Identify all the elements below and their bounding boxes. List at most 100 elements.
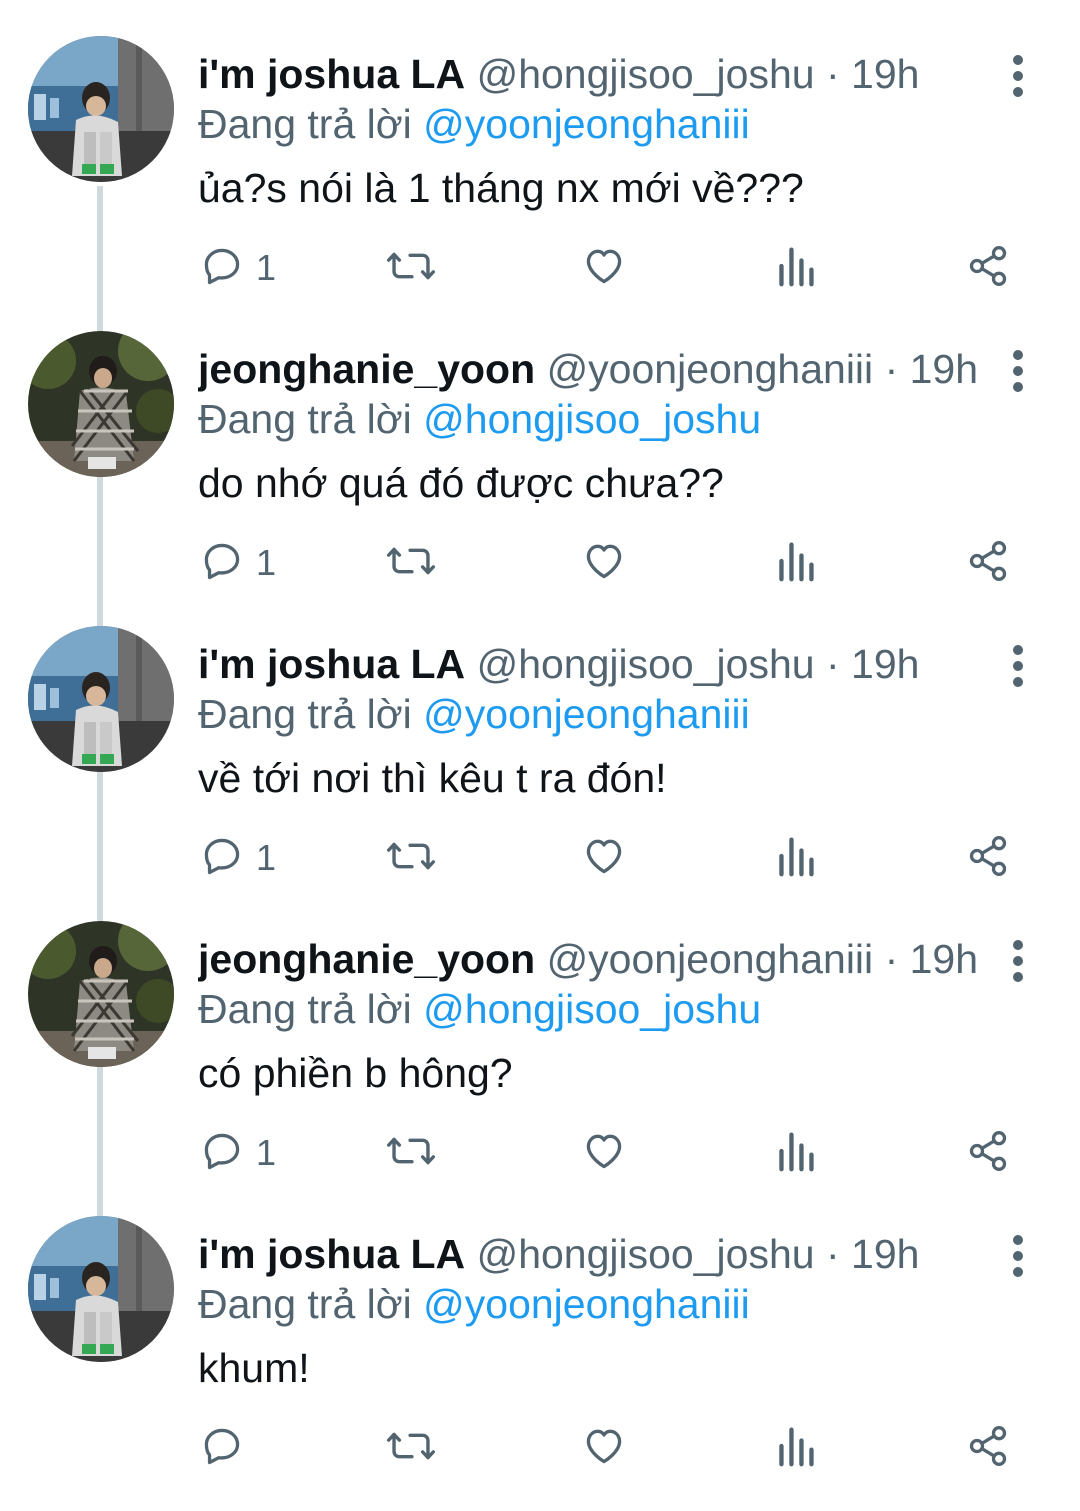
reply-mention-link[interactable]: @hongjisoo_joshu <box>423 396 761 442</box>
timestamp[interactable]: 19h <box>851 1231 919 1277</box>
heart-icon <box>582 539 626 588</box>
more-vertical-icon <box>1011 1234 1025 1283</box>
share-icon <box>966 244 1010 293</box>
views-button[interactable] <box>776 826 816 890</box>
more-options-button[interactable] <box>996 935 1040 991</box>
replying-to: Đang trả lời @yoonjeonghaniii <box>198 96 750 152</box>
views-icon <box>776 1129 816 1178</box>
avatar[interactable] <box>28 626 174 772</box>
views-button[interactable] <box>776 531 816 595</box>
more-options-button[interactable] <box>996 640 1040 696</box>
reply-button[interactable]: 1 <box>200 1121 276 1185</box>
share-icon <box>966 1424 1010 1473</box>
tweet[interactable]: i'm joshua LA @hongjisoo_joshu · 19h Đan… <box>0 626 1080 921</box>
retweet-icon <box>386 1129 436 1178</box>
tweet-text: ủa?s nói là 1 tháng nx mới về??? <box>198 165 804 211</box>
retweet-icon <box>386 539 436 588</box>
share-button[interactable] <box>966 531 1010 595</box>
reply-button[interactable]: 1 <box>200 826 276 890</box>
tweet[interactable]: jeonghanie_yoon @yoonjeonghaniii · 19h Đ… <box>0 921 1080 1216</box>
retweet-button[interactable] <box>386 1121 436 1185</box>
tweet-header: i'm joshua LA @hongjisoo_joshu · 19h <box>198 1226 990 1282</box>
separator-dot: · <box>825 1231 840 1277</box>
avatar[interactable] <box>28 36 174 182</box>
views-icon <box>776 1424 816 1473</box>
retweet-icon <box>386 244 436 293</box>
reply-mention-link[interactable]: @hongjisoo_joshu <box>423 986 761 1032</box>
tweet-header: i'm joshua LA @hongjisoo_joshu · 19h <box>198 46 990 102</box>
views-button[interactable] <box>776 1121 816 1185</box>
user-handle[interactable]: @hongjisoo_joshu <box>477 641 815 687</box>
tweet-text: về tới nơi thì kêu t ra đón! <box>198 755 667 801</box>
reply-mention-link[interactable]: @yoonjeonghaniii <box>423 1281 750 1327</box>
retweet-icon <box>386 834 436 883</box>
more-options-button[interactable] <box>996 345 1040 401</box>
display-name[interactable]: i'm joshua LA <box>198 51 465 97</box>
tweet-text: có phiền b hông? <box>198 1050 513 1096</box>
tweet-actions <box>0 1416 1080 1480</box>
reply-button[interactable] <box>200 1416 256 1480</box>
display-name[interactable]: i'm joshua LA <box>198 641 465 687</box>
views-button[interactable] <box>776 236 816 300</box>
user-handle[interactable]: @yoonjeonghaniii <box>547 936 874 982</box>
separator-dot: · <box>884 346 899 392</box>
reply-button[interactable]: 1 <box>200 236 276 300</box>
reply-count: 1 <box>256 837 277 878</box>
replying-to-label: Đang trả lời <box>198 1281 412 1327</box>
user-handle[interactable]: @hongjisoo_joshu <box>477 1231 815 1277</box>
like-button[interactable] <box>582 531 626 595</box>
like-button[interactable] <box>582 1121 626 1185</box>
reply-button[interactable]: 1 <box>200 531 276 595</box>
separator-dot: · <box>825 641 840 687</box>
separator-dot: · <box>884 936 899 982</box>
tweet-actions: 1 <box>0 826 1080 890</box>
timestamp[interactable]: 19h <box>851 51 919 97</box>
heart-icon <box>582 834 626 883</box>
views-icon <box>776 244 816 293</box>
timestamp[interactable]: 19h <box>851 641 919 687</box>
tweet[interactable]: i'm joshua LA @hongjisoo_joshu · 19h Đan… <box>0 1216 1080 1511</box>
reply-mention-link[interactable]: @yoonjeonghaniii <box>423 691 750 737</box>
views-icon <box>776 834 816 883</box>
share-button[interactable] <box>966 1416 1010 1480</box>
retweet-button[interactable] <box>386 826 436 890</box>
tweet[interactable]: jeonghanie_yoon @yoonjeonghaniii · 19h Đ… <box>0 331 1080 626</box>
display-name[interactable]: jeonghanie_yoon <box>198 346 535 392</box>
reply-mention-link[interactable]: @yoonjeonghaniii <box>423 101 750 147</box>
avatar[interactable] <box>28 331 174 477</box>
user-handle[interactable]: @yoonjeonghaniii <box>547 346 874 392</box>
reply-icon <box>200 1424 244 1473</box>
more-vertical-icon <box>1011 939 1025 988</box>
retweet-button[interactable] <box>386 236 436 300</box>
tweet-actions: 1 <box>0 236 1080 300</box>
replying-to: Đang trả lời @hongjisoo_joshu <box>198 981 761 1037</box>
timestamp[interactable]: 19h <box>910 936 978 982</box>
share-button[interactable] <box>966 826 1010 890</box>
retweet-icon <box>386 1424 436 1473</box>
avatar[interactable] <box>28 921 174 1067</box>
user-handle[interactable]: @hongjisoo_joshu <box>477 51 815 97</box>
tweet-header: i'm joshua LA @hongjisoo_joshu · 19h <box>198 636 990 692</box>
tweet[interactable]: i'm joshua LA @hongjisoo_joshu · 19h Đan… <box>0 36 1080 331</box>
views-icon <box>776 539 816 588</box>
display-name[interactable]: i'm joshua LA <box>198 1231 465 1277</box>
tweet-text: do nhớ quá đó được chưa?? <box>198 460 724 506</box>
like-button[interactable] <box>582 1416 626 1480</box>
share-button[interactable] <box>966 1121 1010 1185</box>
more-vertical-icon <box>1011 644 1025 693</box>
retweet-button[interactable] <box>386 1416 436 1480</box>
share-button[interactable] <box>966 236 1010 300</box>
like-button[interactable] <box>582 826 626 890</box>
more-options-button[interactable] <box>996 1230 1040 1286</box>
tweet-header: jeonghanie_yoon @yoonjeonghaniii · 19h <box>198 341 990 397</box>
like-button[interactable] <box>582 236 626 300</box>
retweet-button[interactable] <box>386 531 436 595</box>
avatar[interactable] <box>28 1216 174 1362</box>
share-icon <box>966 539 1010 588</box>
reply-count: 1 <box>256 542 277 583</box>
display-name[interactable]: jeonghanie_yoon <box>198 936 535 982</box>
views-button[interactable] <box>776 1416 816 1480</box>
more-options-button[interactable] <box>996 50 1040 106</box>
tweet-header: jeonghanie_yoon @yoonjeonghaniii · 19h <box>198 931 990 987</box>
timestamp[interactable]: 19h <box>910 346 978 392</box>
